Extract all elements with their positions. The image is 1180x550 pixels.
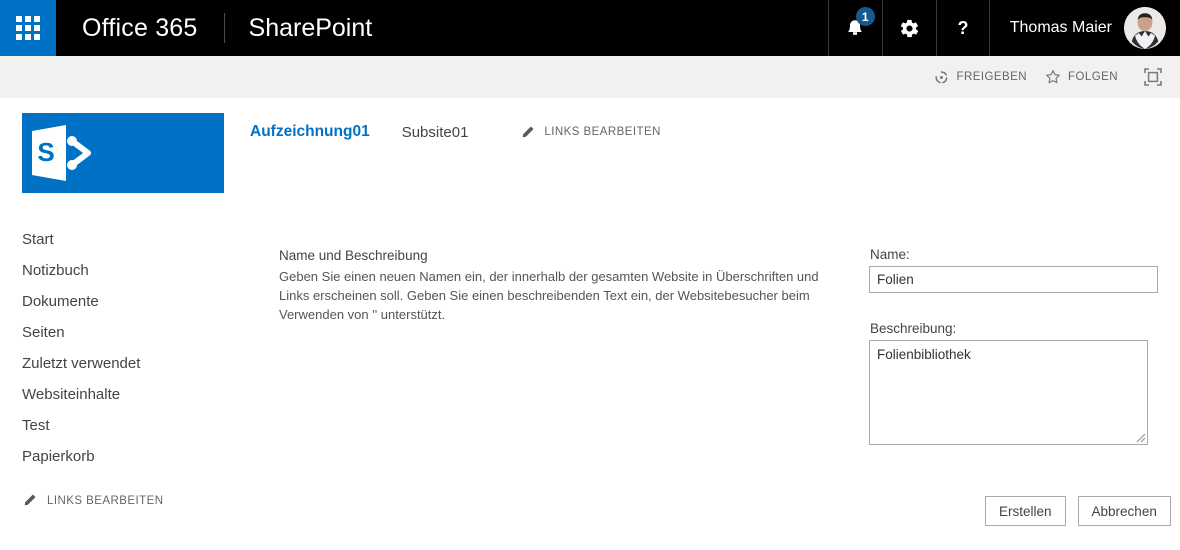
sidebar-item-notizbuch[interactable]: Notizbuch [22,255,232,286]
avatar[interactable] [1124,7,1166,49]
description-textarea-wrapper [869,340,1148,445]
form-actions: Erstellen Abbrechen [985,496,1171,526]
app-launcher-button[interactable] [0,0,56,56]
settings-button[interactable] [881,0,936,56]
gear-icon [900,19,918,37]
focus-on-content-button[interactable] [1142,66,1164,88]
description-field-label: Beschreibung: [870,321,957,336]
sidebar-item-test[interactable]: Test [22,410,232,441]
form-description-block: Name und Beschreibung Geben Sie einen ne… [279,248,839,324]
name-input[interactable] [869,266,1158,293]
name-field-label: Name: [870,247,910,262]
question-mark-icon: ? [957,18,968,38]
pencil-icon [24,494,36,506]
follow-label: FOLGEN [1068,71,1118,83]
sidebar-item-start[interactable]: Start [22,224,232,255]
svg-text:?: ? [957,18,968,38]
edit-links-nav-button[interactable]: LINKS BEARBEITEN [22,493,232,508]
waffle-grid-icon [16,16,40,40]
breadcrumb-site-title[interactable]: Aufzeichnung01 [250,123,370,141]
star-icon [1046,70,1060,84]
user-menu[interactable]: Thomas Maier [990,0,1180,56]
form-section-heading: Name und Beschreibung [279,248,428,263]
breadcrumb-subsite-title[interactable]: Subsite01 [402,124,469,141]
office365-brand[interactable]: Office 365 [56,0,224,56]
edit-links-top-label: LINKS BEARBEITEN [544,126,661,138]
ribbon-bar: FREIGEBEN FOLGEN [0,56,1180,98]
sidebar-item-papierkorb[interactable]: Papierkorb [22,441,232,472]
focus-on-content-icon [1144,68,1162,86]
cancel-button[interactable]: Abbrechen [1077,496,1171,526]
sharepoint-logo-icon: S [32,125,91,181]
notification-badge: 1 [855,7,875,26]
form-section-description: Geben Sie einen neuen Namen ein, der inn… [279,269,819,322]
left-navigation: Start Notizbuch Dokumente Seiten Zuletzt… [22,224,232,508]
site-logo[interactable]: S [22,113,224,193]
sidebar-item-dokumente[interactable]: Dokumente [22,286,232,317]
svg-text:S: S [37,137,54,167]
notifications-button[interactable]: 1 [827,0,882,56]
avatar-photo [1124,7,1166,49]
follow-button[interactable]: FOLGEN [1045,69,1118,85]
share-button[interactable]: FREIGEBEN [934,70,1027,85]
suite-bar: Office 365 SharePoint 1 ? Thomas Maier [0,0,1180,56]
breadcrumb: Aufzeichnung01 Subsite01 LINKS BEARBEITE… [250,121,661,143]
suite-spacer [396,0,828,56]
share-label: FREIGEBEN [956,71,1027,83]
create-button[interactable]: Erstellen [985,496,1066,526]
sidebar-item-websiteinhalte[interactable]: Websiteinhalte [22,379,232,410]
edit-links-nav-label: LINKS BEARBEITEN [47,494,164,507]
description-textarea[interactable] [869,340,1148,445]
help-button[interactable]: ? [935,0,990,56]
sidebar-item-seiten[interactable]: Seiten [22,317,232,348]
sidebar-item-zuletzt-verwendet[interactable]: Zuletzt verwendet [22,348,232,379]
sharepoint-app-link[interactable]: SharePoint [225,0,397,56]
pencil-icon [523,126,534,137]
user-name-label: Thomas Maier [1009,19,1112,36]
share-circle-icon [935,70,948,83]
edit-links-top-button[interactable]: LINKS BEARBEITEN [520,125,660,140]
